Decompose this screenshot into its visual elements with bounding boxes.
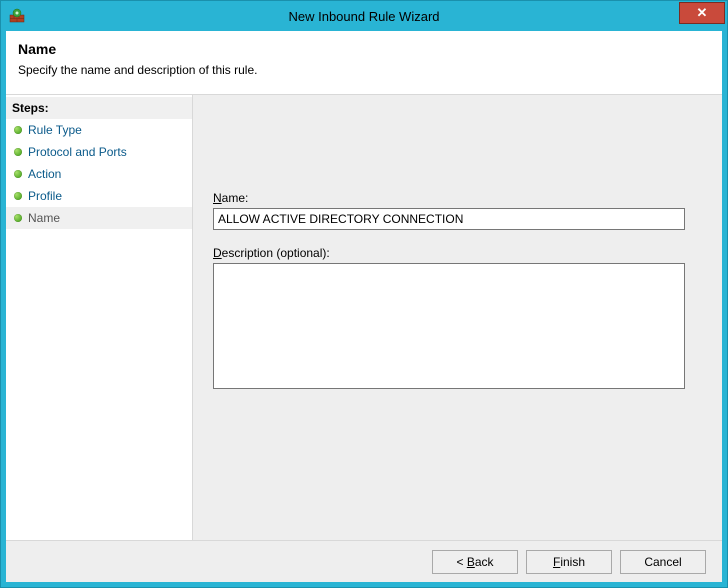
steps-sidebar: Steps: Rule Type Protocol and Ports Acti… <box>6 95 192 540</box>
name-group: Name: <box>213 191 702 230</box>
steps-heading: Steps: <box>6 97 192 119</box>
step-protocol-and-ports[interactable]: Protocol and Ports <box>6 141 192 163</box>
window-title: New Inbound Rule Wizard <box>1 9 727 24</box>
step-label: Action <box>28 167 61 181</box>
content: Steps: Rule Type Protocol and Ports Acti… <box>6 95 722 540</box>
name-input[interactable] <box>213 208 685 230</box>
step-label: Rule Type <box>28 123 82 137</box>
step-label: Name <box>28 211 60 225</box>
back-button[interactable]: < Back <box>432 550 518 574</box>
description-input[interactable] <box>213 263 685 389</box>
close-icon: ✕ <box>697 5 708 21</box>
page-subtitle: Specify the name and description of this… <box>18 63 710 77</box>
name-label: Name: <box>213 191 702 205</box>
firewall-icon <box>9 8 25 24</box>
step-name[interactable]: Name <box>6 207 192 229</box>
bullet-icon <box>14 214 22 222</box>
wizard-footer: < Back Finish Cancel <box>6 540 722 582</box>
description-label: Description (optional): <box>213 246 702 260</box>
step-rule-type[interactable]: Rule Type <box>6 119 192 141</box>
bullet-icon <box>14 170 22 178</box>
bullet-icon <box>14 148 22 156</box>
window-body: Name Specify the name and description of… <box>6 31 722 582</box>
step-label: Profile <box>28 189 62 203</box>
step-label: Protocol and Ports <box>28 145 127 159</box>
description-group: Description (optional): <box>213 246 702 392</box>
bullet-icon <box>14 126 22 134</box>
bullet-icon <box>14 192 22 200</box>
titlebar: New Inbound Rule Wizard ✕ <box>1 1 727 31</box>
step-profile[interactable]: Profile <box>6 185 192 207</box>
main-panel: Name: Description (optional): <box>192 95 722 540</box>
page-title: Name <box>18 41 710 57</box>
close-button[interactable]: ✕ <box>679 2 725 24</box>
step-action[interactable]: Action <box>6 163 192 185</box>
finish-button[interactable]: Finish <box>526 550 612 574</box>
cancel-button[interactable]: Cancel <box>620 550 706 574</box>
wizard-header: Name Specify the name and description of… <box>6 31 722 95</box>
